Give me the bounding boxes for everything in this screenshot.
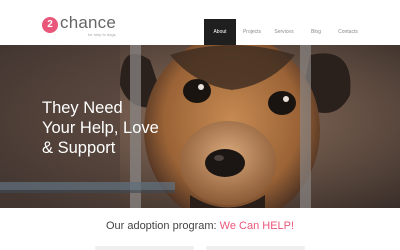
logo-tagline: for help to dogs — [88, 32, 116, 37]
main-nav: About Projects Services Blog Contacts — [204, 19, 364, 45]
content-card — [206, 246, 305, 250]
hero-line-2: Your Help, Love — [42, 119, 159, 137]
nav-item-about[interactable]: About — [204, 19, 236, 45]
adoption-title-prefix: Our adoption program: — [105, 220, 217, 232]
content-cards-row — [95, 246, 305, 250]
adoption-title: Our adoption program: We Can HELP! — [0, 220, 400, 232]
logo-badge: 2 — [42, 17, 58, 33]
nav-item-contacts[interactable]: Contacts — [332, 19, 364, 45]
nav-item-blog[interactable]: Blog — [300, 19, 332, 45]
nav-item-services[interactable]: Services — [268, 19, 300, 45]
hero-headline: They Need Your Help, Love & Support — [42, 98, 172, 158]
site-header: 2 chance for help to dogs About Projects… — [0, 0, 400, 45]
hero-line-1: They Need — [42, 99, 123, 117]
adoption-title-highlight: We Can HELP! — [219, 220, 295, 232]
logo-name: chance — [60, 13, 117, 32]
hero-line-3: & Support — [42, 139, 116, 157]
nav-item-projects[interactable]: Projects — [236, 19, 268, 45]
hero-banner: They Need Your Help, Love & Support — [0, 45, 400, 208]
content-card — [95, 246, 194, 250]
